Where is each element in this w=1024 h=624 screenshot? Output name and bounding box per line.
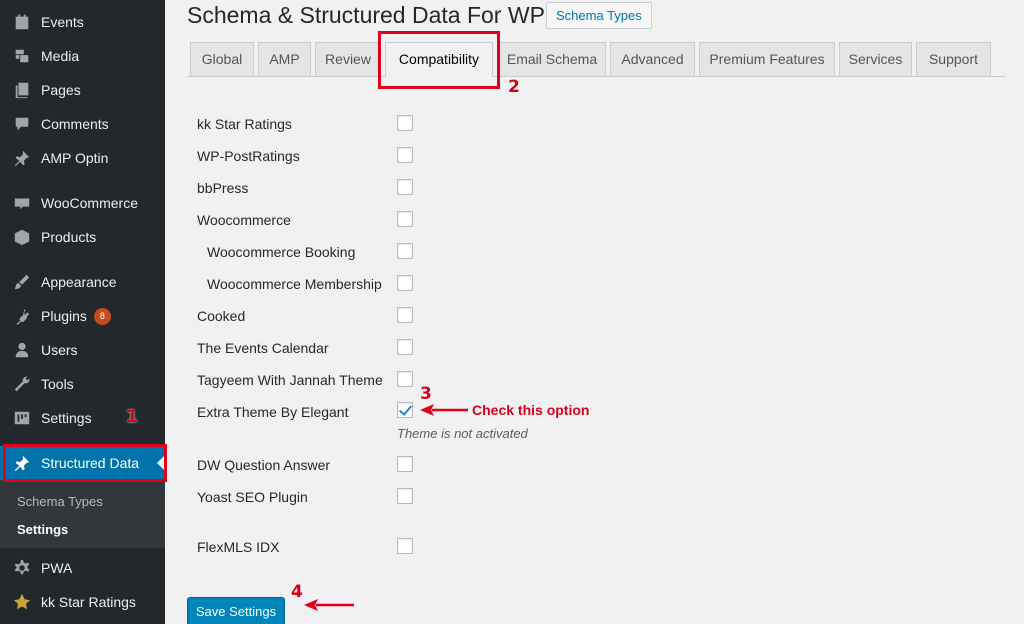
sidebar-item-label: Plugins bbox=[41, 308, 87, 324]
option-checkbox[interactable] bbox=[397, 147, 413, 163]
user-icon bbox=[12, 340, 32, 360]
calendar-icon bbox=[12, 12, 32, 32]
sidebar-item-appearance[interactable]: Appearance bbox=[0, 265, 165, 299]
option-label: Cooked bbox=[197, 308, 246, 324]
box-icon bbox=[12, 227, 32, 247]
tab-review[interactable]: Review bbox=[315, 42, 381, 77]
media-icon bbox=[12, 46, 32, 66]
sidebar-item-pwa[interactable]: PWA bbox=[0, 551, 165, 585]
pages-icon bbox=[12, 80, 32, 100]
sidebar-item-label: PWA bbox=[41, 560, 73, 576]
theme-status-note: Theme is not activated bbox=[397, 426, 528, 441]
tab-support[interactable]: Support bbox=[916, 42, 991, 77]
sidebar-item-label: Pages bbox=[41, 82, 81, 98]
option-label: FlexMLS IDX bbox=[197, 539, 280, 555]
tab-global[interactable]: Global bbox=[190, 42, 254, 77]
pin-icon bbox=[12, 148, 32, 168]
step-number-1: 1 bbox=[126, 407, 138, 427]
sidebar-item-plugins[interactable]: Plugins 8 bbox=[0, 299, 165, 333]
option-checkbox[interactable] bbox=[397, 115, 413, 131]
sidebar-item-products[interactable]: Products bbox=[0, 220, 165, 254]
tab-email-schema[interactable]: Email Schema bbox=[498, 42, 606, 77]
woocommerce-icon bbox=[12, 193, 32, 213]
option-label: Woocommerce Membership bbox=[207, 276, 382, 292]
sidebar-item-label: Appearance bbox=[41, 274, 117, 290]
submenu-settings[interactable]: Settings bbox=[17, 522, 68, 537]
update-count-badge: 8 bbox=[93, 307, 111, 325]
settings-icon bbox=[12, 408, 32, 428]
option-checkbox-checked[interactable] bbox=[397, 402, 413, 418]
sidebar-item-amp-optin[interactable]: AMP Optin bbox=[0, 141, 165, 175]
gear-icon bbox=[12, 558, 32, 578]
option-checkbox[interactable] bbox=[397, 243, 413, 259]
option-label: Tagyeem With Jannah Theme bbox=[197, 372, 383, 388]
option-checkbox[interactable] bbox=[397, 307, 413, 323]
option-checkbox[interactable] bbox=[397, 371, 413, 387]
star-icon bbox=[12, 592, 32, 612]
option-label: WP-PostRatings bbox=[197, 148, 300, 164]
submenu-schema-types[interactable]: Schema Types bbox=[17, 494, 103, 509]
tab-amp[interactable]: AMP bbox=[258, 42, 311, 77]
sidebar-item-pages[interactable]: Pages bbox=[0, 73, 165, 107]
sidebar-item-comments[interactable]: Comments bbox=[0, 107, 165, 141]
option-label: The Events Calendar bbox=[197, 340, 329, 356]
structured-data-submenu: Schema Types Settings bbox=[0, 480, 165, 548]
option-checkbox[interactable] bbox=[397, 488, 413, 504]
sidebar-item-events[interactable]: Events bbox=[0, 5, 165, 39]
sidebar-item-label: Tools bbox=[41, 376, 74, 392]
option-label: Extra Theme By Elegant bbox=[197, 404, 349, 420]
option-checkbox[interactable] bbox=[397, 456, 413, 472]
option-label: Woocommerce Booking bbox=[207, 244, 356, 260]
highlight-box-structured-data bbox=[3, 444, 167, 482]
sidebar-item-label: Users bbox=[41, 342, 78, 358]
wrench-icon bbox=[12, 374, 32, 394]
step-number-3: 3 bbox=[420, 384, 432, 404]
admin-sidebar: Events Media Pages Comments AMP Optin Wo… bbox=[0, 0, 165, 624]
arrow-icon bbox=[420, 404, 468, 416]
annotation-callout: Check this option bbox=[472, 402, 590, 418]
step-number-2: 2 bbox=[508, 77, 520, 97]
page-title: Schema & Structured Data For WP bbox=[187, 2, 545, 28]
sidebar-item-kk-star-ratings[interactable]: kk Star Ratings bbox=[0, 585, 165, 619]
sidebar-item-woocommerce[interactable]: WooCommerce bbox=[0, 186, 165, 220]
brush-icon bbox=[12, 272, 32, 292]
sidebar-item-label: Events bbox=[41, 14, 84, 30]
sidebar-item-label: WooCommerce bbox=[41, 195, 138, 211]
schema-types-button[interactable]: Schema Types bbox=[546, 2, 652, 29]
option-label: DW Question Answer bbox=[197, 457, 331, 473]
plugin-icon bbox=[12, 306, 32, 326]
option-checkbox[interactable] bbox=[397, 275, 413, 291]
sidebar-item-label: Settings bbox=[41, 410, 92, 426]
sidebar-item-settings[interactable]: Settings bbox=[0, 401, 165, 435]
option-label: Yoast SEO Plugin bbox=[197, 489, 308, 505]
sidebar-item-label: AMP Optin bbox=[41, 150, 109, 166]
tab-services[interactable]: Services bbox=[839, 42, 912, 77]
sidebar-item-users[interactable]: Users bbox=[0, 333, 165, 367]
sidebar-item-tools[interactable]: Tools bbox=[0, 367, 165, 401]
option-checkbox[interactable] bbox=[397, 179, 413, 195]
comment-icon bbox=[12, 114, 32, 134]
arrow-icon bbox=[304, 599, 354, 611]
option-label: Woocommerce bbox=[197, 212, 291, 228]
option-checkbox[interactable] bbox=[397, 538, 413, 554]
option-label: kk Star Ratings bbox=[197, 116, 292, 132]
option-checkbox[interactable] bbox=[397, 339, 413, 355]
highlight-box-compatibility-tab bbox=[378, 31, 500, 89]
sidebar-item-label: Products bbox=[41, 229, 97, 245]
save-settings-button[interactable]: Save Settings bbox=[187, 597, 285, 624]
sidebar-item-media[interactable]: Media bbox=[0, 39, 165, 73]
sidebar-item-label: Comments bbox=[41, 116, 109, 132]
sidebar-item-label: kk Star Ratings bbox=[41, 594, 136, 610]
tab-advanced[interactable]: Advanced bbox=[610, 42, 695, 77]
tab-premium-features[interactable]: Premium Features bbox=[699, 42, 835, 77]
option-checkbox[interactable] bbox=[397, 211, 413, 227]
sidebar-item-label: Media bbox=[41, 48, 80, 64]
option-label: bbPress bbox=[197, 180, 249, 196]
